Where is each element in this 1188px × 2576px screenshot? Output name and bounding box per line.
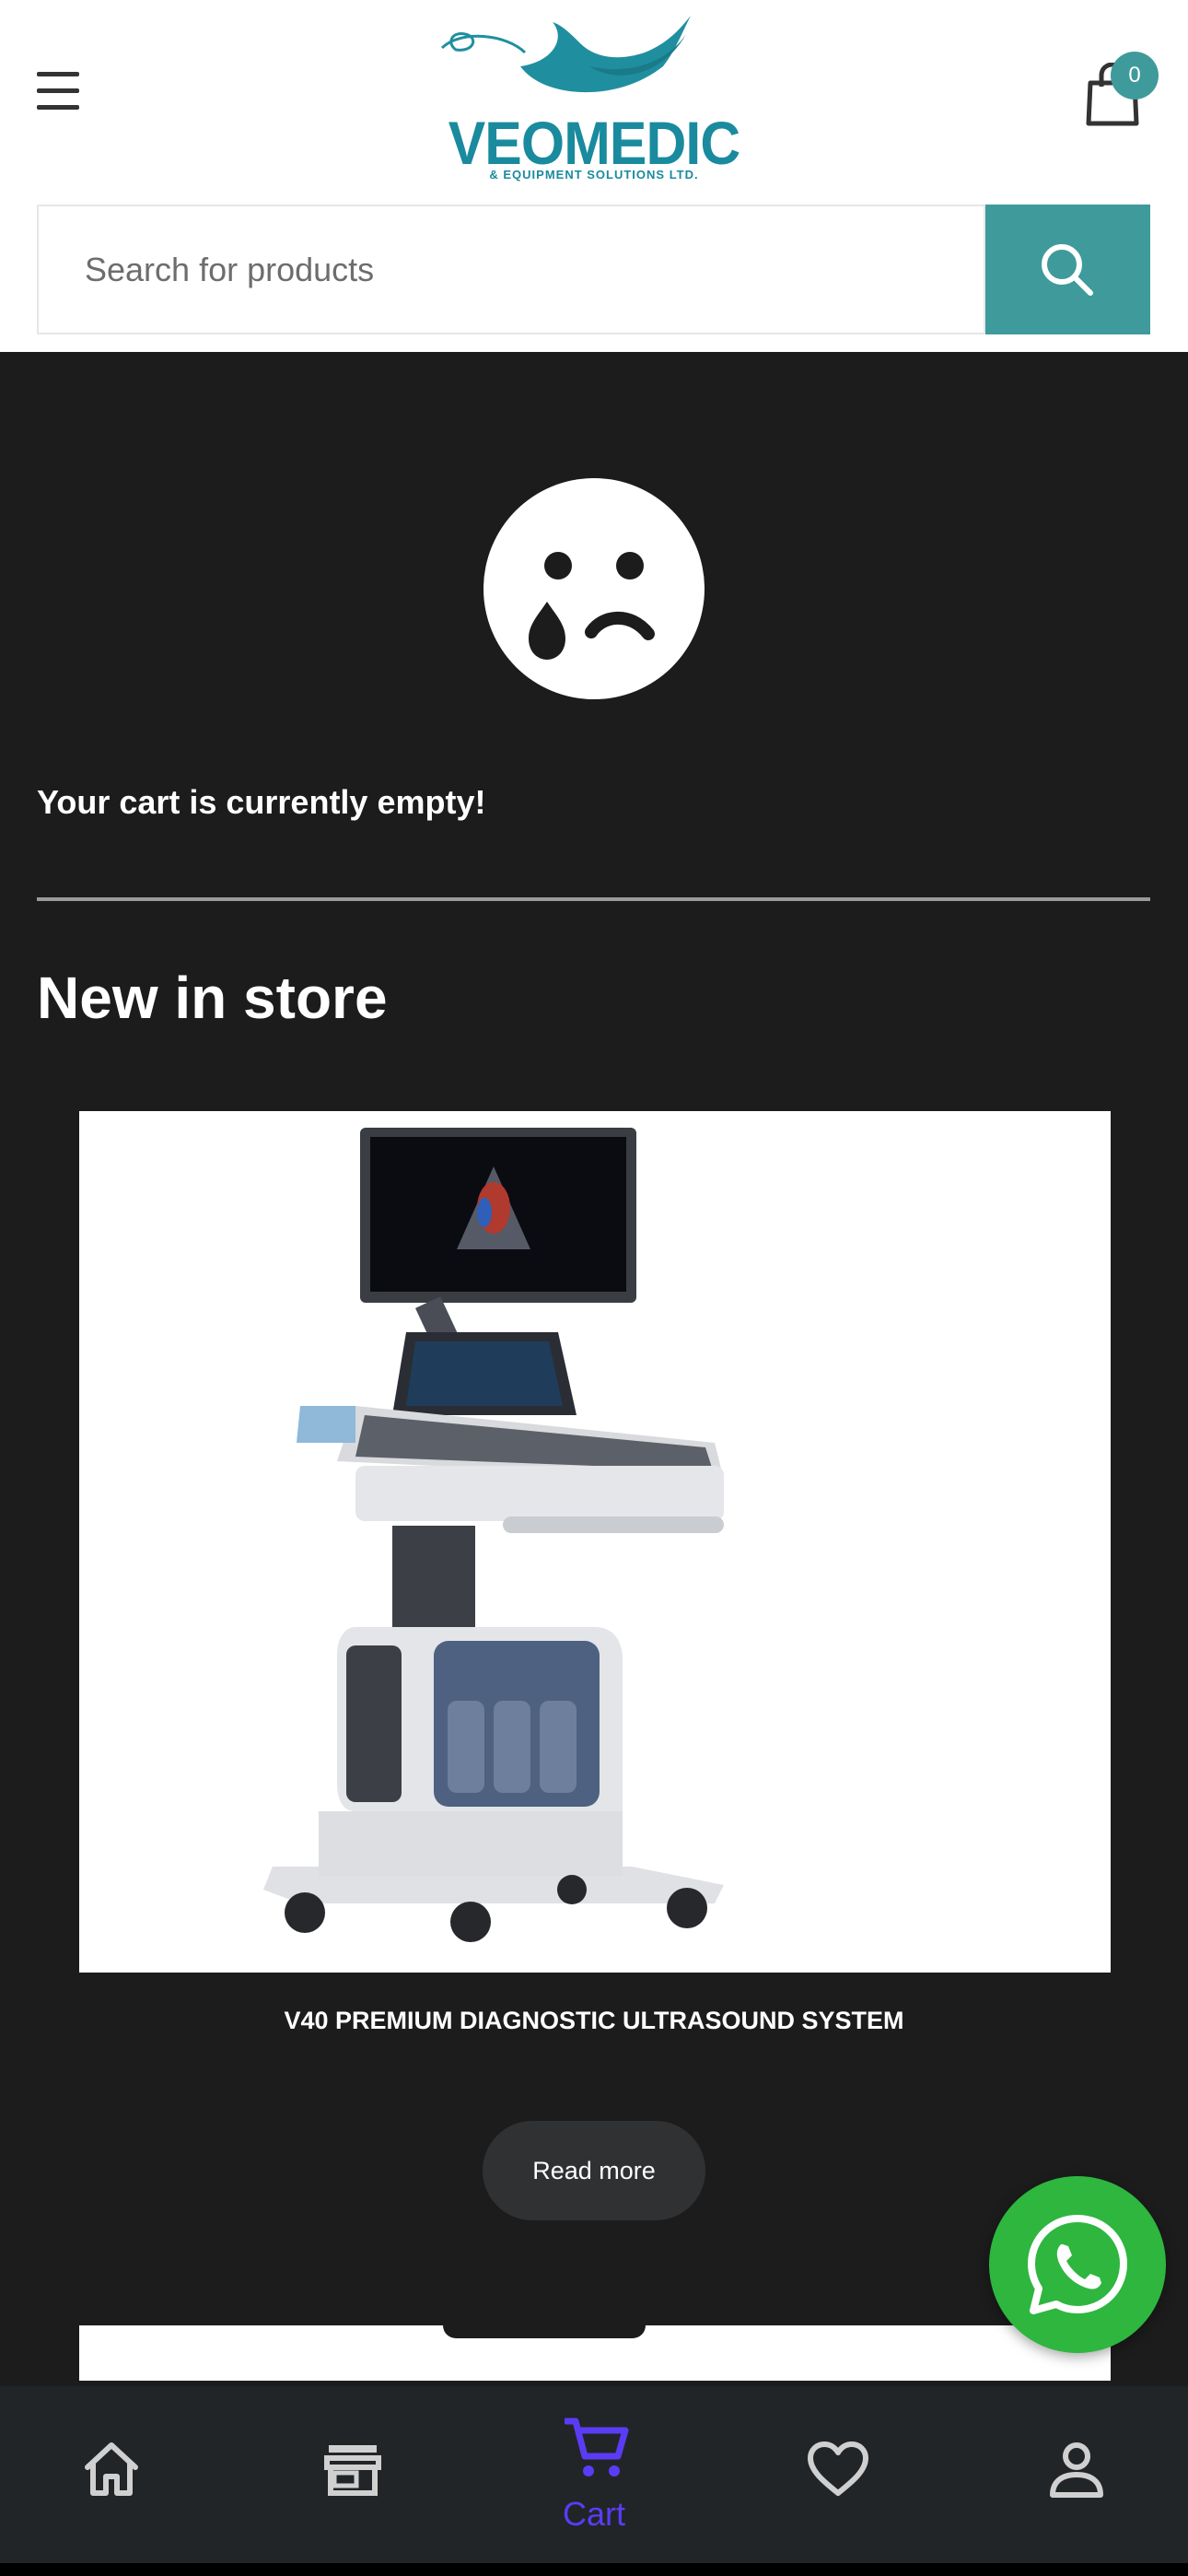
site-header: VEOMEDIC & EQUIPMENT SOLUTIONS LTD. 0 (0, 0, 1188, 352)
nav-account[interactable] (984, 2386, 1169, 2563)
whatsapp-icon (1028, 2215, 1127, 2314)
product-title[interactable]: V40 PREMIUM DIAGNOSTIC ULTRASOUND SYSTEM (0, 2007, 1188, 2035)
next-product-image-edge (443, 2325, 646, 2338)
menu-icon-bar (37, 105, 79, 110)
whatsapp-chat-button[interactable] (989, 2176, 1166, 2353)
heart-icon (808, 2441, 868, 2496)
ultrasound-machine-image (263, 1128, 724, 1942)
logo-swoosh-icon (440, 16, 691, 93)
cart-icon (565, 2418, 629, 2476)
menu-icon-bar (37, 88, 79, 93)
veomedic-logo[interactable]: VEOMEDIC & EQUIPMENT SOLUTIONS LTD. (433, 11, 755, 181)
section-divider (37, 897, 1150, 901)
product-image-card[interactable] (79, 1111, 1111, 1973)
search-box (37, 205, 985, 334)
empty-cart-message: Your cart is currently empty! (37, 783, 486, 821)
nav-cart-label: Cart (562, 2495, 625, 2533)
next-product-card[interactable] (79, 2325, 1111, 2381)
search-input[interactable] (85, 206, 969, 333)
hamburger-menu-button[interactable] (37, 70, 81, 112)
home-icon (85, 2442, 138, 2496)
search-icon (1042, 244, 1093, 296)
cart-count-badge: 0 (1111, 52, 1159, 100)
screen-bottom-edge (0, 2563, 1188, 2576)
nav-store[interactable] (261, 2386, 445, 2563)
nav-wishlist[interactable] (743, 2386, 927, 2563)
menu-icon-bar (37, 72, 79, 76)
read-more-button[interactable]: Read more (483, 2121, 705, 2220)
logo-tagline: & EQUIPMENT SOLUTIONS LTD. (489, 168, 699, 181)
search-button[interactable] (985, 205, 1150, 334)
user-icon (1050, 2442, 1103, 2498)
nav-cart[interactable]: Cart (502, 2386, 686, 2563)
section-title-new-in-store: New in store (37, 965, 388, 1031)
store-icon (324, 2445, 381, 2496)
nav-home[interactable] (19, 2386, 204, 2563)
bottom-navigation: Cart (0, 2386, 1188, 2563)
sad-face-icon (483, 477, 705, 700)
